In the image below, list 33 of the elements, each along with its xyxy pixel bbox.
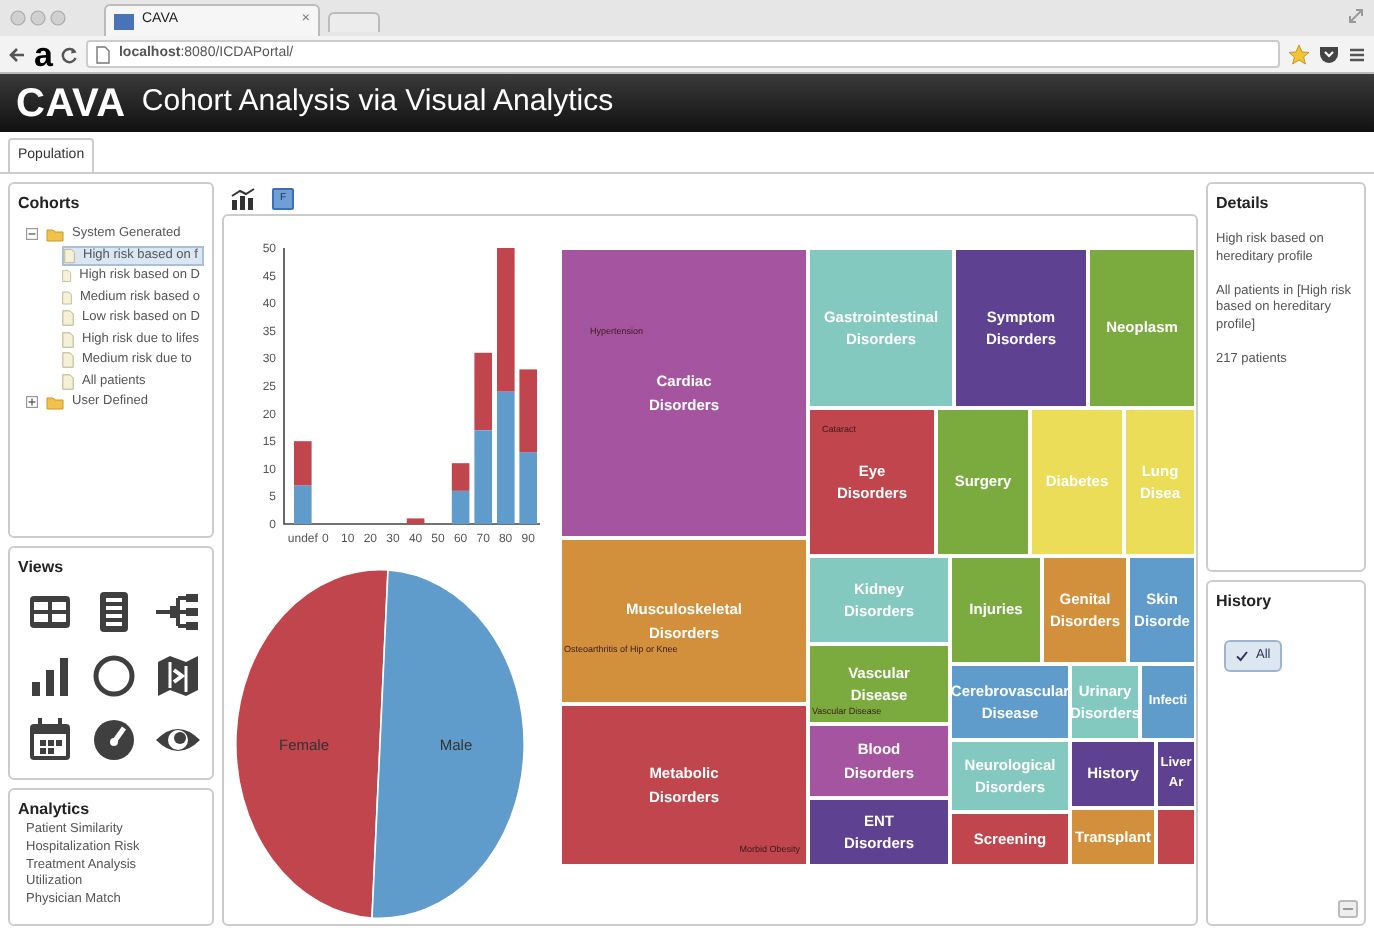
collapse-icon[interactable] — [26, 228, 38, 241]
circle-icon[interactable] — [90, 652, 138, 700]
back-arrow-icon[interactable] — [8, 45, 26, 63]
menu-icon[interactable] — [1348, 45, 1366, 63]
calendar-icon[interactable] — [26, 716, 74, 764]
expand-icon[interactable] — [26, 396, 38, 409]
star-icon[interactable] — [1288, 43, 1310, 65]
bar[interactable] — [451, 463, 470, 491]
pie-slice[interactable] — [235, 569, 389, 919]
hierarchy-icon[interactable] — [154, 588, 202, 636]
bar[interactable] — [406, 518, 425, 524]
pie-slice[interactable] — [371, 569, 525, 919]
panel-title: Details — [1216, 192, 1271, 216]
shield-icon[interactable] — [1318, 43, 1340, 65]
panel-title: Cohorts — [18, 192, 82, 216]
page-icon — [96, 45, 111, 63]
map-icon[interactable] — [154, 652, 202, 700]
folder-icon — [46, 395, 64, 410]
collapse-panel-icon[interactable] — [1338, 900, 1358, 918]
gauge-icon[interactable] — [90, 716, 138, 764]
app-subtitle: Cohort Analysis via Visual Analytics — [141, 82, 614, 123]
bar[interactable] — [451, 490, 470, 524]
chart-icon[interactable] — [230, 187, 256, 209]
treemap-tile[interactable] — [1156, 808, 1196, 866]
panel-title: History — [1216, 590, 1274, 614]
panel-title: Analytics — [18, 798, 92, 822]
panel-label: a — [34, 37, 53, 71]
favicon-icon — [114, 13, 134, 29]
folder-icon — [46, 227, 64, 242]
app-logo: CAVA — [16, 79, 126, 129]
bar-chart-icon[interactable] — [26, 652, 74, 700]
panel-title: Views — [18, 556, 66, 580]
reload-icon[interactable] — [60, 45, 79, 63]
